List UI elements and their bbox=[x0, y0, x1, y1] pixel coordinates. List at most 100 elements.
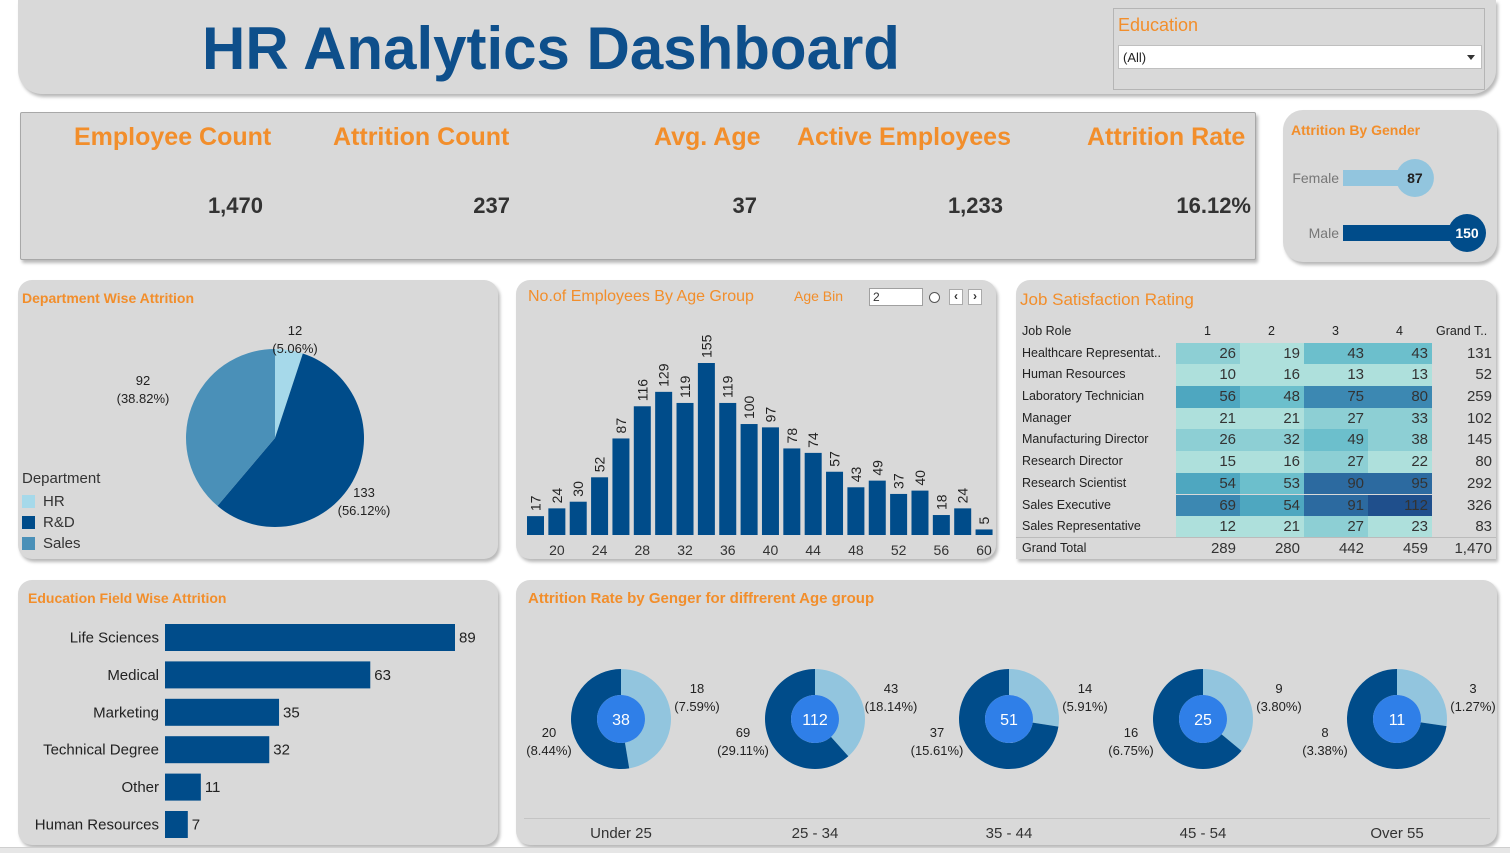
heatmap-cell[interactable]: 21 bbox=[1240, 407, 1304, 430]
heatmap-cell[interactable]: 12 bbox=[1176, 516, 1240, 538]
heatmap-cell[interactable]: 21 bbox=[1240, 516, 1304, 538]
heatmap-cell[interactable]: 27 bbox=[1304, 451, 1368, 473]
age-bar-38[interactable] bbox=[740, 424, 758, 535]
heatmap-cell[interactable]: 13 bbox=[1304, 364, 1368, 386]
job-role-label: Sales Executive bbox=[1022, 497, 1111, 512]
age-bar-18[interactable] bbox=[527, 516, 544, 535]
heatmap-cell[interactable]: 91 bbox=[1304, 494, 1368, 517]
heatmap-cell[interactable]: 22 bbox=[1368, 451, 1432, 473]
gender-value-female: 87 bbox=[1407, 170, 1423, 186]
heatmap-cell[interactable]: 75 bbox=[1304, 386, 1368, 408]
male-count-25-34: 69 bbox=[736, 725, 750, 740]
age-bar-34[interactable] bbox=[697, 363, 715, 535]
heatmap-cell[interactable]: 54 bbox=[1240, 494, 1304, 517]
heatmap-cell[interactable]: 16 bbox=[1240, 451, 1304, 473]
edu-value-human-resources: 7 bbox=[192, 817, 200, 834]
age-bar-30[interactable] bbox=[655, 391, 673, 535]
edu-bar-life-sciences[interactable] bbox=[165, 624, 455, 651]
heatmap-cell[interactable]: 48 bbox=[1240, 386, 1304, 408]
age-bar-28[interactable] bbox=[633, 406, 651, 535]
heatmap-cell[interactable]: 56 bbox=[1176, 386, 1240, 408]
age-bar-label-24: 52 bbox=[592, 457, 608, 473]
heatmap-cell[interactable]: 26 bbox=[1176, 429, 1240, 452]
age-bar-label-18: 17 bbox=[528, 495, 544, 511]
heatmap-cell[interactable]: 26 bbox=[1176, 342, 1240, 365]
row-total: 131 bbox=[1466, 344, 1492, 362]
edu-bar-other[interactable] bbox=[165, 773, 201, 801]
age-bar-52[interactable] bbox=[890, 493, 908, 535]
age-bar-48[interactable] bbox=[847, 487, 865, 535]
age-tick-36: 36 bbox=[720, 542, 736, 558]
heatmap-cell[interactable]: 90 bbox=[1304, 472, 1368, 495]
education-dropdown[interactable]: (All) bbox=[1118, 45, 1482, 69]
heatmap-cell[interactable]: 27 bbox=[1304, 516, 1368, 538]
heatmap-cell[interactable]: 33 bbox=[1368, 407, 1432, 430]
department-legend: Department HR R&D Sales bbox=[22, 470, 100, 554]
heatmap-cell[interactable]: 38 bbox=[1368, 429, 1432, 452]
heatmap-cell[interactable]: 15 bbox=[1176, 451, 1240, 473]
age-bar-42[interactable] bbox=[783, 448, 801, 535]
chevron-down-icon[interactable] bbox=[1467, 55, 1475, 60]
heatmap-cell[interactable]: 23 bbox=[1368, 516, 1432, 538]
age-bar-label-40: 97 bbox=[762, 407, 778, 423]
age-bar-24[interactable] bbox=[591, 477, 609, 535]
age-bar-label-20: 24 bbox=[549, 488, 565, 504]
legend-swatch-sales bbox=[22, 537, 35, 550]
age-bar-60[interactable] bbox=[975, 529, 993, 535]
age-group-label-over-55: Over 55 bbox=[1370, 825, 1423, 842]
heatmap-cell[interactable]: 43 bbox=[1304, 342, 1368, 365]
age-bar-20[interactable] bbox=[548, 508, 566, 535]
job-satisfaction-table: Job Role 1 2 3 4 Grand T.. Healthcare Re… bbox=[1016, 321, 1496, 559]
row-total: 80 bbox=[1475, 453, 1492, 471]
age-bar-44[interactable] bbox=[804, 452, 822, 535]
age-tick-52: 52 bbox=[891, 542, 907, 558]
male-count-45-54: 16 bbox=[1124, 725, 1138, 740]
age-tick-40: 40 bbox=[763, 542, 779, 558]
age-bar-58[interactable] bbox=[954, 508, 972, 535]
heatmap-cell[interactable]: 16 bbox=[1240, 364, 1304, 386]
heatmap-cell[interactable]: 95 bbox=[1368, 472, 1432, 495]
job-role-label: Human Resources bbox=[1022, 367, 1126, 382]
age-group-panel: No.of Employees By Age Group Age Bin 2 ‹… bbox=[516, 280, 996, 559]
heatmap-cell[interactable]: 49 bbox=[1304, 429, 1368, 452]
kpi-attrition-count-title: Attrition Count bbox=[333, 123, 510, 151]
job-role-label: Manufacturing Director bbox=[1022, 432, 1149, 447]
heatmap-cell[interactable]: 27 bbox=[1304, 407, 1368, 430]
age-bar-label-42: 78 bbox=[784, 428, 800, 444]
edu-bar-technical-degree[interactable] bbox=[165, 736, 270, 764]
heatmap-cell[interactable]: 43 bbox=[1368, 342, 1432, 365]
heatmap-cell[interactable]: 54 bbox=[1176, 472, 1240, 495]
heatmap-cell[interactable]: 80 bbox=[1368, 386, 1432, 408]
legend-item-rd[interactable]: R&D bbox=[22, 512, 100, 533]
kpi-attrition-count-value: 237 bbox=[473, 193, 510, 218]
age-bar-label-38: 100 bbox=[741, 395, 757, 419]
age-bar-50[interactable] bbox=[868, 480, 886, 535]
legend-item-sales[interactable]: Sales bbox=[22, 533, 100, 554]
bottom-scroll-strip[interactable] bbox=[0, 847, 1510, 853]
heatmap-cell[interactable]: 21 bbox=[1176, 407, 1240, 430]
education-dropdown-value: (All) bbox=[1123, 50, 1147, 65]
age-bar-label-28: 116 bbox=[634, 379, 650, 402]
age-bar-46[interactable] bbox=[826, 471, 844, 535]
age-bar-36[interactable] bbox=[719, 402, 737, 535]
age-bar-26[interactable] bbox=[612, 438, 630, 535]
age-bar-40[interactable] bbox=[761, 427, 779, 535]
heatmap-cell[interactable]: 69 bbox=[1176, 494, 1240, 517]
legend-item-hr[interactable]: HR bbox=[22, 491, 100, 512]
heatmap-cell[interactable]: 32 bbox=[1240, 429, 1304, 452]
edu-bar-marketing[interactable] bbox=[165, 698, 280, 726]
page-title: HR Analytics Dashboard bbox=[202, 15, 900, 82]
age-bar-32[interactable] bbox=[676, 402, 694, 535]
heatmap-cell[interactable]: 13 bbox=[1368, 364, 1432, 386]
age-bar-label-60: 5 bbox=[976, 516, 992, 524]
heatmap-cell[interactable]: 19 bbox=[1240, 342, 1304, 365]
age-bar-22[interactable] bbox=[569, 501, 587, 535]
edu-bar-medical[interactable] bbox=[165, 661, 371, 689]
age-bar-56[interactable] bbox=[932, 515, 950, 535]
edu-bar-human-resources[interactable] bbox=[165, 811, 188, 838]
age-bar-54[interactable] bbox=[911, 490, 929, 535]
heatmap-cell[interactable]: 112 bbox=[1368, 494, 1432, 517]
heatmap-cell[interactable]: 10 bbox=[1176, 364, 1240, 386]
education-filter-label: Education bbox=[1118, 15, 1199, 35]
heatmap-cell[interactable]: 53 bbox=[1240, 472, 1304, 495]
